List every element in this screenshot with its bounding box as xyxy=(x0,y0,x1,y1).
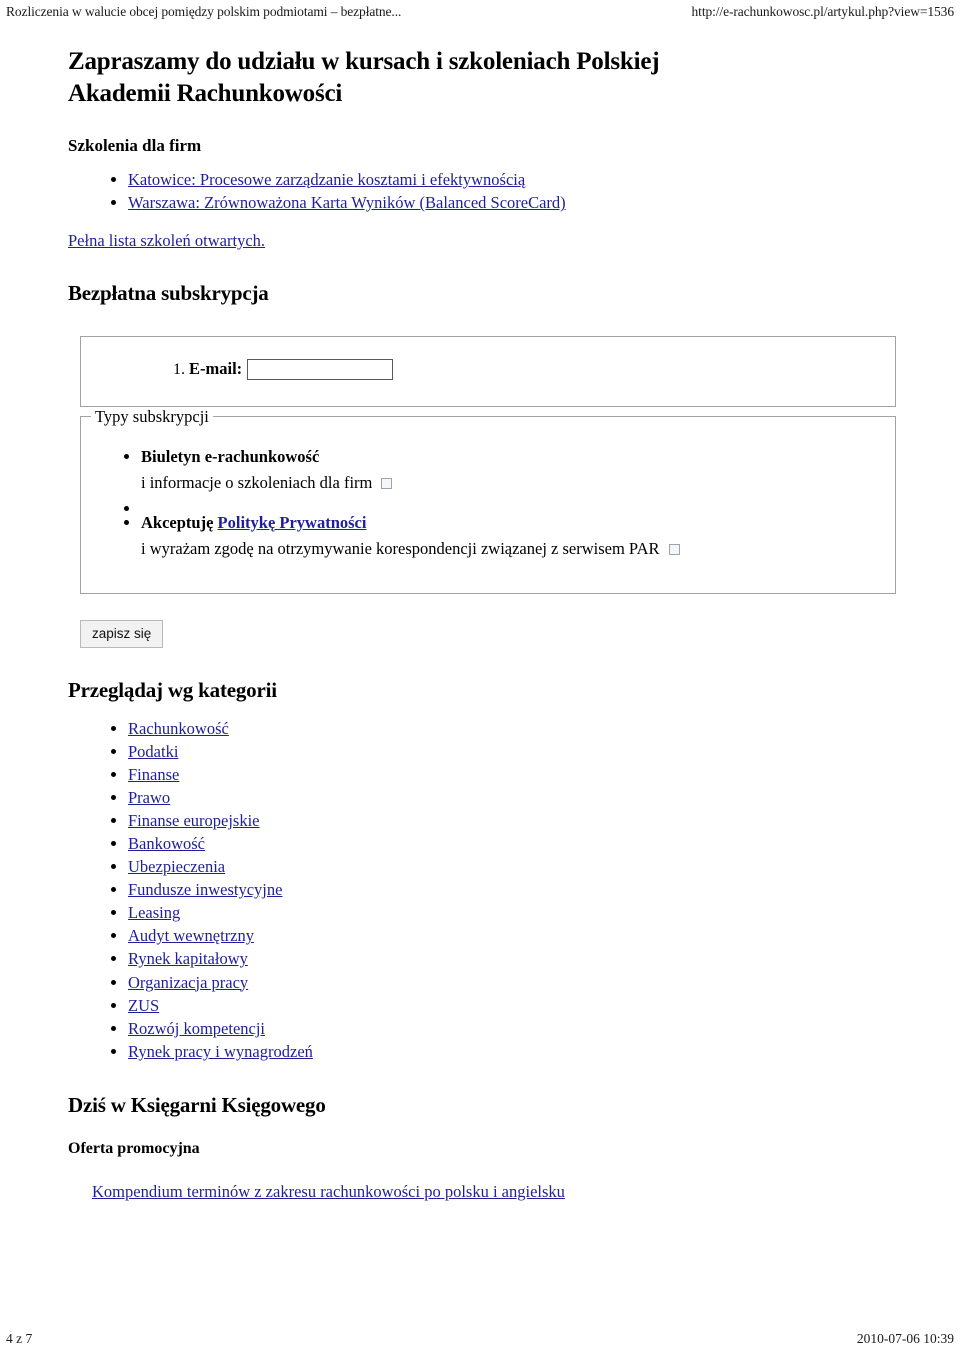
list-item: Katowice: Procesowe zarządzanie kosztami… xyxy=(128,168,898,191)
subscription-heading: Bezpłatna subskrypcja xyxy=(68,280,269,305)
bookstore-heading: Dziś w Księgarni Księgowego xyxy=(68,1092,326,1117)
content-column: Zapraszamy do udziału w kursach i szkole… xyxy=(68,46,898,1202)
checkbox-newsletter[interactable] xyxy=(381,478,393,490)
email-input[interactable] xyxy=(247,358,394,380)
subscription-option-newsletter-row: i informacje o szkoleniach dla firm xyxy=(141,471,895,495)
training-link-katowice[interactable]: Katowice: Procesowe zarządzanie kosztami… xyxy=(128,170,525,189)
category-link-fundusze-inwestycyjne[interactable]: Fundusze inwestycyjne xyxy=(128,880,282,899)
email-ordered-list: E-mail: xyxy=(81,358,895,380)
subscription-options-list: Biuletyn e-rachunkowość i informacje o s… xyxy=(81,445,895,561)
categories-heading: Przeglądaj wg kategorii xyxy=(68,677,277,702)
training-link-warszawa[interactable]: Warszawa: Zrównoważona Karta Wyników (Ba… xyxy=(128,193,566,212)
print-timestamp: 2010-07-06 10:39 xyxy=(856,1331,954,1346)
list-item: Ubezpieczenia xyxy=(128,855,898,878)
subscription-option-newsletter-description: i informacje o szkoleniach dla firm xyxy=(141,472,373,492)
list-item: ZUS xyxy=(128,994,898,1017)
list-item: Rynek kapitałowy xyxy=(128,947,898,970)
signup-button[interactable]: zapisz się xyxy=(80,619,164,648)
list-item: Finanse xyxy=(128,763,898,786)
subscription-option-privacy-row: i wyrażam zgodę na otrzymywanie korespon… xyxy=(141,537,895,561)
category-link-rozwoj-kompetencji[interactable]: Rozwój kompetencji xyxy=(128,1019,265,1038)
email-label: E-mail: xyxy=(189,359,243,379)
categories-list: Rachunkowość Podatki Finanse Prawo Finan… xyxy=(68,717,898,1063)
email-list-item: E-mail: xyxy=(189,358,895,380)
category-link-bankowosc[interactable]: Bankowość xyxy=(128,834,205,853)
full-training-list-link[interactable]: Pełna lista szkoleń otwartych. xyxy=(68,231,265,250)
category-link-finanse-europejskie[interactable]: Finanse europejskie xyxy=(128,811,260,830)
subscription-option-privacy-description: i wyrażam zgodę na otrzymywanie korespon… xyxy=(141,538,660,558)
subscription-form: E-mail: xyxy=(80,335,896,407)
privacy-policy-link[interactable]: Politykę Prywatności xyxy=(218,513,367,532)
list-item: Leasing xyxy=(128,901,898,924)
bookstore-promo-link[interactable]: Kompendium terminów z zakresu rachunkowo… xyxy=(92,1182,565,1201)
list-item: Rachunkowość xyxy=(128,717,898,740)
subscription-form-inner: E-mail: xyxy=(81,337,895,406)
print-header: Rozliczenia w walucie obcej pomiędzy pol… xyxy=(0,0,960,34)
full-training-list-paragraph: Pełna lista szkoleń otwartych. xyxy=(68,231,898,251)
category-link-rynek-kapitalowy[interactable]: Rynek kapitałowy xyxy=(128,949,248,968)
page-title: Zapraszamy do udziału w kursach i szkole… xyxy=(68,48,660,107)
bookstore-promo-paragraph: Kompendium terminów z zakresu rachunkowo… xyxy=(92,1182,898,1202)
category-link-organizacja-pracy[interactable]: Organizacja pracy xyxy=(128,973,248,992)
list-item: Organizacja pracy xyxy=(128,971,898,994)
bookstore-promo-label: Oferta promocyjna xyxy=(68,1139,200,1157)
category-link-zus[interactable]: ZUS xyxy=(128,996,159,1015)
category-link-finanse[interactable]: Finanse xyxy=(128,765,179,784)
list-item: Podatki xyxy=(128,740,898,763)
subscription-option-privacy-prefix: Akceptuję xyxy=(141,512,218,532)
page-content: Zapraszamy do udziału w kursach i szkole… xyxy=(0,46,960,1202)
page-indicator: 4 z 7 xyxy=(6,1331,33,1346)
category-link-audyt-wewnetrzny[interactable]: Audyt wewnętrzny xyxy=(128,926,254,945)
list-item: Warszawa: Zrównoważona Karta Wyników (Ba… xyxy=(128,191,898,214)
list-item: Rynek pracy i wynagrodzeń xyxy=(128,1040,898,1063)
category-link-rachunkowosc[interactable]: Rachunkowość xyxy=(128,719,229,738)
subscription-types-legend: Typy subskrypcji xyxy=(95,406,209,426)
list-item: Prawo xyxy=(128,786,898,809)
category-link-leasing[interactable]: Leasing xyxy=(128,903,180,922)
category-link-prawo[interactable]: Prawo xyxy=(128,788,170,807)
print-header-url: http://e-rachunkowosc.pl/artykul.php?vie… xyxy=(691,4,955,19)
list-item: Rozwój kompetencji xyxy=(128,1017,898,1040)
category-link-podatki[interactable]: Podatki xyxy=(128,742,178,761)
category-link-rynek-pracy-i-wynagrodzen[interactable]: Rynek pracy i wynagrodzeń xyxy=(128,1042,313,1061)
subscription-option-privacy: Akceptuję Politykę Prywatności i wyrażam… xyxy=(141,511,895,561)
subscription-option-newsletter: Biuletyn e-rachunkowość i informacje o s… xyxy=(141,445,895,495)
training-heading: Szkolenia dla firm xyxy=(68,136,202,155)
print-footer: 4 z 7 2010-07-06 10:39 xyxy=(0,1327,960,1351)
subscription-option-privacy-title: Akceptuję Politykę Prywatności xyxy=(141,513,366,532)
list-item: Bankowość xyxy=(128,832,898,855)
subscription-option-newsletter-title: Biuletyn e-rachunkowość xyxy=(141,446,320,466)
training-links-list: Katowice: Procesowe zarządzanie kosztami… xyxy=(68,168,898,215)
category-link-ubezpieczenia[interactable]: Ubezpieczenia xyxy=(128,857,225,876)
print-header-document-title: Rozliczenia w walucie obcej pomiędzy pol… xyxy=(6,4,402,19)
list-item: Audyt wewnętrzny xyxy=(128,924,898,947)
list-item: Finanse europejskie xyxy=(128,809,898,832)
subscription-option-empty xyxy=(141,497,895,509)
subscription-types-fieldset: Typy subskrypcji Biuletyn e-rachunkowość… xyxy=(80,406,896,594)
checkbox-privacy-consent[interactable] xyxy=(668,544,680,556)
email-row: E-mail: xyxy=(189,358,895,380)
list-item: Fundusze inwestycyjne xyxy=(128,878,898,901)
